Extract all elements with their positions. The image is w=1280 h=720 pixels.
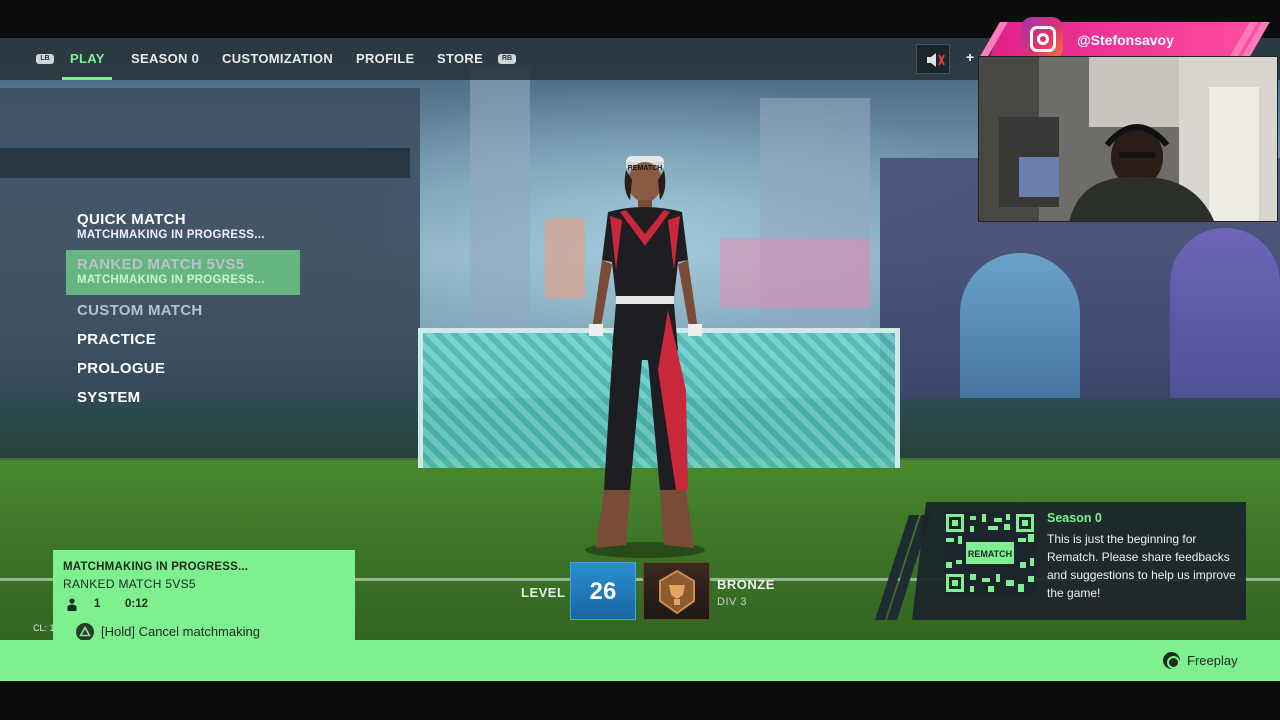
level-value: 26 (570, 562, 636, 620)
rank-name: BRONZE (717, 577, 775, 592)
webcam-feed (978, 56, 1278, 222)
menu-custom-match[interactable]: CUSTOM MATCH (77, 302, 203, 319)
menu-ranked-match[interactable]: RANKED MATCH 5VS5 (77, 256, 244, 273)
lb-bumper-icon[interactable]: LB (36, 54, 54, 64)
qr-code[interactable]: REMATCH (944, 512, 1036, 594)
cancel-matchmaking-label[interactable]: [Hold] Cancel matchmaking (101, 624, 260, 639)
party-count: 1 (94, 598, 101, 610)
matchmaking-status: MATCHMAKING IN PROGRESS... (63, 561, 249, 573)
background-tower (470, 68, 530, 328)
plus-icon[interactable]: + (966, 49, 974, 65)
menu-ranked-match-status: MATCHMAKING IN PROGRESS... (77, 274, 265, 286)
season-title: Season 0 (1047, 511, 1102, 525)
svg-text:REMATCH: REMATCH (628, 165, 662, 172)
instagram-handle: @Stefonsavoy (1077, 32, 1174, 48)
season-message: This is just the beginning for Rematch. … (1047, 532, 1236, 600)
menu-system[interactable]: SYSTEM (77, 389, 140, 406)
mute-button[interactable] (916, 44, 950, 74)
tab-play[interactable]: PLAY (70, 51, 105, 66)
circle-button-icon[interactable] (1163, 652, 1180, 669)
tab-profile[interactable]: PROFILE (356, 51, 414, 66)
menu-practice[interactable]: PRACTICE (77, 331, 156, 348)
tab-store[interactable]: STORE (437, 51, 483, 66)
speaker-muted-icon (927, 53, 945, 67)
matchmaking-timer: 0:12 (125, 598, 149, 610)
rank-division: DIV 3 (717, 596, 748, 608)
left-building-roof (0, 148, 410, 178)
menu-prologue[interactable]: PROLOGUE (77, 360, 165, 377)
freeplay-button[interactable]: Freeplay (1187, 653, 1238, 668)
rank-emblem (643, 562, 710, 620)
tab-customization[interactable]: CUSTOMIZATION (222, 51, 333, 66)
player-character: REMATCH (585, 156, 705, 558)
bronze-rank-emblem-icon (659, 569, 695, 615)
webcam-image (979, 57, 1277, 221)
tab-season[interactable]: SEASON 0 (131, 51, 199, 66)
cancel-matchmaking-button[interactable] (76, 623, 94, 641)
menu-quick-match[interactable]: QUICK MATCH (77, 211, 186, 228)
qr-caption: REMATCH (968, 549, 1012, 559)
matchmaking-mode: RANKED MATCH 5VS5 (63, 577, 196, 591)
letterbox-bottom (0, 681, 1280, 720)
active-tab-indicator (62, 77, 112, 80)
person-icon (67, 598, 77, 611)
triangle-button-icon (79, 625, 91, 637)
menu-quick-match-status: MATCHMAKING IN PROGRESS... (77, 229, 265, 241)
background-sign (720, 238, 870, 308)
bottom-bar (0, 640, 1280, 681)
game-screen: REMATCH LB PLAY SEASON 0 CUSTOMIZATION P… (0, 0, 1280, 720)
level-label: LEVEL (521, 585, 566, 600)
instagram-icon (1021, 17, 1063, 59)
cl-indicator: CL: 1 (33, 623, 55, 633)
rb-bumper-icon[interactable]: RB (498, 54, 516, 64)
